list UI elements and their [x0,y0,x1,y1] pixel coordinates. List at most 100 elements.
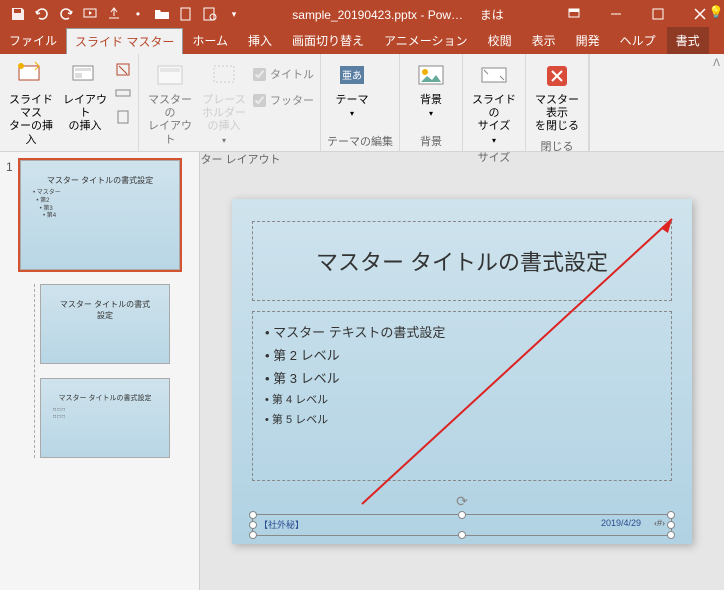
insert-slide-master-label: スライド マス ターの挿入 [8,94,54,147]
chevron-down-icon[interactable]: ▾ [492,136,496,145]
ribbon-tabs: ファイル スライド マスター ホーム 挿入 画面切り替え アニメーション 校閲 … [0,28,724,54]
rotate-handle-icon[interactable]: ⟳ [456,493,468,510]
window-controls [554,0,720,28]
resize-handle[interactable] [458,531,466,539]
resize-handle[interactable] [458,511,466,519]
chevron-down-icon[interactable]: ▾ [429,109,433,118]
theme-label: テーマ [336,94,369,107]
tab-transitions[interactable]: 画面切り替え [283,27,373,54]
tab-home[interactable]: ホーム [183,27,237,54]
thumb-title-text: マスター タイトルの書式設定 [21,161,179,186]
tab-review[interactable]: 校閲 [479,27,521,54]
lightbulb-icon[interactable]: 💡 [709,5,724,19]
resize-handle[interactable] [667,531,675,539]
save-icon[interactable] [10,6,26,22]
resize-handle[interactable] [249,521,257,529]
resize-handle[interactable] [249,531,257,539]
filename-text: sample_20190423.pptx - Pow… [292,8,463,22]
insert-placeholder-label: プレースホルダー の挿入 [201,94,247,134]
close-master-label: マスター表示 を閉じる [534,94,580,134]
resize-handle[interactable] [667,521,675,529]
body-level-3: • 第 3 レベル [265,366,659,389]
thumb-body-text: • マスター • 第2 • 第3 • 第4 [21,186,179,225]
group-close-label: 閉じる [532,136,582,154]
new-icon[interactable] [178,6,194,22]
svg-text:亜あ: 亜あ [342,70,362,82]
insert-layout-button[interactable]: レイアウト の挿入 [60,58,110,136]
group-background-label: 背景 [406,131,456,149]
master-layout-button: マスターの レイアウト [145,58,195,149]
footer-date-text: 2019/4/29 [601,518,641,528]
background-label: 背景 [420,94,442,107]
ribbon: スライド マス ターの挿入 レイアウト の挿入 マスターの編集 マスターの レイ… [0,54,724,152]
chevron-down-icon: ▾ [222,136,226,145]
preview-icon[interactable] [202,6,218,22]
preserve-icon[interactable] [114,108,132,129]
footer-placeholder-selected[interactable]: 【社外秘】 2019/4/29 ‹#› ⟳ [252,514,672,536]
resize-handle[interactable] [667,511,675,519]
sep-icon: • [130,6,146,22]
insert-placeholder-button: プレースホルダー の挿入 ▾ [199,58,249,147]
layout-thumbnail[interactable]: マスター タイトルの書式 設定 [40,284,170,364]
tab-insert[interactable]: 挿入 [239,27,281,54]
thumb-number: 1 [6,160,16,270]
delete-icon[interactable] [114,60,132,81]
start-icon[interactable] [82,6,98,22]
qat-dropdown-icon[interactable]: ▾ [226,6,242,22]
slide-master[interactable]: マスター タイトルの書式設定 • マスター テキストの書式設定 • 第 2 レベ… [232,199,692,544]
group-size: スライドの サイズ ▾ サイズ [463,54,526,151]
undo-icon[interactable] [34,6,50,22]
user-text: まは [480,8,504,22]
group-close: マスター表示 を閉じる 閉じる [526,54,589,151]
body-placeholder[interactable]: • マスター テキストの書式設定 • 第 2 レベル • 第 3 レベル • 第… [252,311,672,481]
tab-format[interactable]: 書式 [667,27,709,54]
ribbon-options-icon[interactable] [554,0,594,28]
redo-icon[interactable] [58,6,74,22]
footer-check-label: フッター [270,92,314,108]
open-icon[interactable] [154,6,170,22]
master-thumbnail[interactable]: マスター タイトルの書式設定 • マスター • 第2 • 第3 • 第4 [20,160,180,270]
tab-developer[interactable]: 開発 [567,27,609,54]
tab-view[interactable]: 表示 [523,27,565,54]
close-master-button[interactable]: マスター表示 を閉じる [532,58,582,136]
master-edit-small [114,58,132,129]
maximize-icon[interactable] [638,0,678,28]
tab-animations[interactable]: アニメーション [375,27,477,54]
quick-access-toolbar: • ▾ [4,6,242,22]
rename-icon[interactable] [114,84,132,105]
group-background: 背景 ▾ 背景 [400,54,463,151]
title-bar: • ▾ sample_20190423.pptx - Pow… まは [0,0,724,28]
background-button[interactable]: 背景 ▾ [406,58,456,120]
window-title: sample_20190423.pptx - Pow… まは [242,6,554,23]
group-master-edit: スライド マス ターの挿入 レイアウト の挿入 マスターの編集 [0,54,139,151]
collapse-ribbon-icon[interactable]: ᐱ [713,58,720,69]
title-check-label: タイトル [270,66,314,82]
minimize-icon[interactable] [596,0,636,28]
tab-slide-master[interactable]: スライド マスター [66,28,183,54]
insert-slide-master-button[interactable]: スライド マス ターの挿入 [6,58,56,149]
title-placeholder[interactable]: マスター タイトルの書式設定 [252,221,672,301]
theme-button[interactable]: 亜あ テーマ ▾ [327,58,377,120]
resize-handle[interactable] [249,511,257,519]
body-level-5: • 第 5 レベル [265,409,659,429]
thumb-title-text: マスター タイトルの書式 設定 [41,285,169,321]
thumbnail-panel[interactable]: 1 マスター タイトルの書式設定 • マスター • 第2 • 第3 • 第4 マ… [0,152,200,590]
title-text: マスター タイトルの書式設定 [316,245,608,277]
workspace: 1 マスター タイトルの書式設定 • マスター • 第2 • 第3 • 第4 マ… [0,152,724,590]
group-master-layout: マスターの レイアウト プレースホルダー の挿入 ▾ タイトル フッター マスタ… [139,54,321,151]
touch-icon[interactable] [106,6,122,22]
footer-checkbox[interactable]: フッター [253,90,314,110]
chevron-down-icon[interactable]: ▾ [350,109,354,118]
slide-edit-area[interactable]: マスター タイトルの書式設定 • マスター テキストの書式設定 • 第 2 レベ… [200,152,724,590]
title-checkbox[interactable]: タイトル [253,64,314,84]
body-level-2: • 第 2 レベル [265,343,659,366]
master-layout-label: マスターの レイアウト [147,94,193,147]
body-level-1: • マスター テキストの書式設定 [265,320,659,343]
tab-file[interactable]: ファイル [0,27,66,54]
thumb-body-text: □ □ □□ □ □ [41,403,169,424]
tab-help[interactable]: ヘルプ [611,27,665,54]
body-level-4: • 第 4 レベル [265,389,659,409]
layout-thumbnail[interactable]: マスター タイトルの書式設定 □ □ □□ □ □ [40,378,170,458]
slide-size-button[interactable]: スライドの サイズ ▾ [469,58,519,147]
insert-layout-label: レイアウト の挿入 [62,94,108,134]
